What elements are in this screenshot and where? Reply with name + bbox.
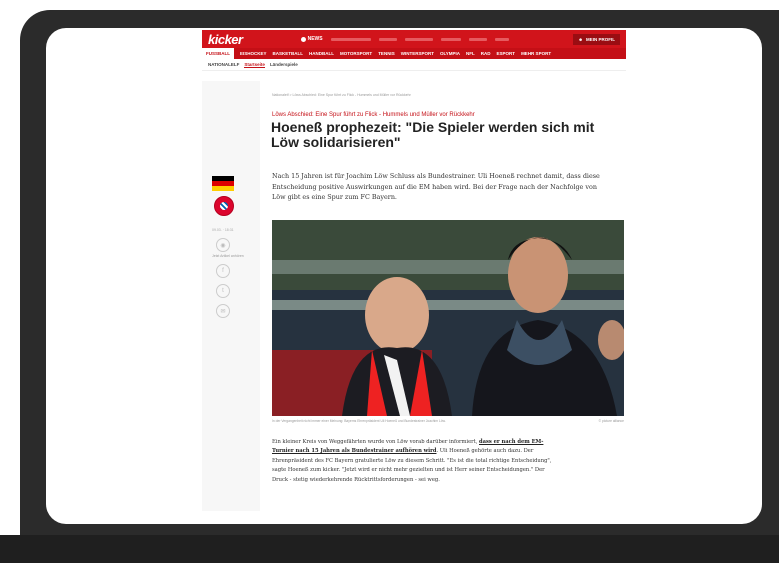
nav-item[interactable]: WINTERSPORT bbox=[401, 51, 434, 56]
sub-nav-item[interactable]: NATIONALELF bbox=[208, 62, 239, 67]
news-icon bbox=[300, 36, 306, 42]
news-link[interactable]: NEWS bbox=[300, 36, 323, 42]
top-link[interactable] bbox=[330, 37, 371, 41]
user-icon: ☻ bbox=[578, 36, 583, 42]
nav-item[interactable]: RAD bbox=[481, 51, 491, 56]
nav-item[interactable]: FUSSBALL bbox=[202, 48, 234, 59]
article-kicker: Löws Abschied: Eine Spur führt zu Flick … bbox=[272, 112, 475, 118]
article-body: Ein kleiner Kreis von Weggefährten wurde… bbox=[272, 438, 562, 485]
top-link[interactable] bbox=[494, 37, 509, 41]
article-date: 09.03. · 18:31 bbox=[212, 228, 234, 232]
article-photo bbox=[272, 220, 624, 416]
article-lead: Nach 15 Jahren ist für Joachim Löw Schlu… bbox=[272, 172, 600, 201]
site-header: kicker NEWS ☻ MEIN PROFIL FUSSBALL EISHOC… bbox=[202, 30, 626, 71]
nav-item[interactable]: BASKETBALL bbox=[273, 51, 304, 56]
top-link[interactable] bbox=[378, 37, 397, 41]
nav-item[interactable]: EISHOCKEY bbox=[240, 51, 267, 56]
sub-nav: NATIONALELF Startseite Länderspiele bbox=[202, 59, 626, 71]
news-label: NEWS bbox=[307, 36, 323, 42]
sport-nav: FUSSBALL EISHOCKEY BASKETBALL HANDBALL M… bbox=[202, 48, 626, 59]
sub-nav-item[interactable]: Länderspiele bbox=[270, 62, 298, 67]
kicker-logo[interactable]: kicker bbox=[208, 32, 243, 47]
listen-icon[interactable]: ◉ bbox=[216, 238, 230, 252]
germany-flag-icon[interactable] bbox=[212, 176, 234, 191]
nav-item[interactable]: NFL bbox=[466, 51, 475, 56]
photo-illustration bbox=[272, 220, 624, 416]
nav-item[interactable]: OLYMPIA bbox=[440, 51, 460, 56]
nav-item[interactable]: TENNIS bbox=[378, 51, 395, 56]
nav-item[interactable]: MOTORSPORT bbox=[340, 51, 372, 56]
profile-label: MEIN PROFIL bbox=[586, 36, 615, 42]
photo-credit: © picture alliance bbox=[598, 419, 624, 423]
device-bottom-bar bbox=[0, 535, 779, 563]
top-link[interactable] bbox=[440, 37, 461, 41]
nav-item[interactable]: HANDBALL bbox=[309, 51, 334, 56]
facebook-icon[interactable]: f bbox=[216, 264, 230, 278]
top-links bbox=[330, 37, 574, 41]
listen-label: Jetzt Artikel anhören bbox=[212, 254, 244, 258]
article-sidebar: 09.03. · 18:31 ◉ Jetzt Artikel anhören f… bbox=[212, 176, 252, 318]
mail-icon[interactable]: ✉ bbox=[216, 304, 230, 318]
sub-nav-item[interactable]: Startseite bbox=[244, 62, 265, 68]
top-bar: kicker NEWS ☻ MEIN PROFIL bbox=[202, 30, 626, 48]
nav-item[interactable]: MEHR SPORT bbox=[521, 51, 551, 56]
profile-button[interactable]: ☻ MEIN PROFIL bbox=[573, 33, 620, 45]
body-text: Ein kleiner Kreis von Weggefährten wurde… bbox=[272, 439, 479, 445]
breadcrumb[interactable]: Nationalelf > Löws Abschied: Eine Spur f… bbox=[272, 93, 411, 97]
fc-bayern-logo-icon[interactable] bbox=[214, 196, 234, 216]
article-headline: Hoeneß prophezeit: "Die Spieler werden s… bbox=[271, 119, 595, 150]
photo-caption: In der Vergangenheit nicht immer einer M… bbox=[272, 419, 446, 423]
top-link[interactable] bbox=[404, 37, 433, 41]
top-link[interactable] bbox=[468, 37, 487, 41]
photo-caption-row: In der Vergangenheit nicht immer einer M… bbox=[272, 419, 624, 423]
twitter-icon[interactable]: t bbox=[216, 284, 230, 298]
nav-item[interactable]: ESPORT bbox=[497, 51, 516, 56]
